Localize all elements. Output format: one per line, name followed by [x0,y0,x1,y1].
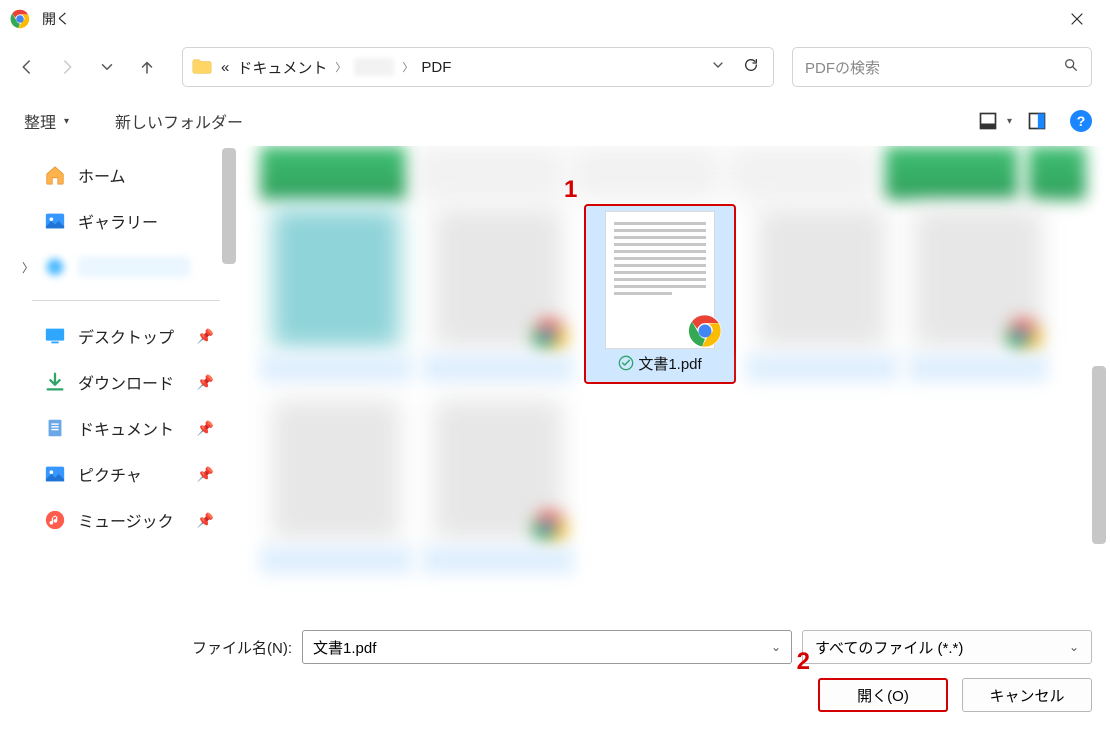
file-item-blurred[interactable] [729,146,875,200]
file-item-blurred[interactable] [1028,146,1086,200]
file-item-blurred[interactable] [746,204,898,384]
address-history-dropdown[interactable] [707,57,729,78]
file-item-blurred[interactable] [416,146,562,200]
filename-label: ファイル名(N): [18,637,292,658]
grid-scrollbar[interactable] [1092,366,1106,544]
nav-forward-button[interactable] [50,50,84,84]
nav-recent-button[interactable] [90,50,124,84]
search-icon [1063,57,1079,78]
sidebar-item-desktop[interactable]: デスクトップ 📌 [12,313,236,359]
download-icon [44,371,66,393]
sidebar-item-label: ミュージック [78,508,174,532]
chrome-badge-icon [532,318,568,354]
close-button[interactable] [1054,0,1100,38]
sidebar-item-downloads[interactable]: ダウンロード 📌 [12,359,236,405]
sidebar-divider [32,300,220,301]
sidebar-item-label: ギャラリー [78,209,158,233]
view-mode-dropdown[interactable]: ▾ [1007,116,1012,127]
sidebar-item-label: ドキュメント [78,416,174,440]
breadcrumb[interactable]: « ドキュメント 〉 〉 PDF [221,57,451,78]
folder-icon [191,56,213,78]
pin-icon: 📌 [197,374,214,391]
organize-menu[interactable]: 整理 ▾ [18,105,75,137]
chevron-right-icon: 〉 [335,59,346,75]
file-item-blurred[interactable] [422,204,574,384]
caret-down-icon: ▾ [64,116,69,127]
filename-history-dropdown[interactable]: ⌄ [771,640,781,654]
view-mode-button[interactable] [975,108,1001,134]
window-title: 開く [42,9,70,29]
sidebar-item-label [78,257,190,277]
file-type-select[interactable]: すべてのファイル (*.*) ⌄ [802,630,1092,664]
file-item-blurred[interactable] [260,204,412,384]
gallery-icon [44,210,66,232]
chrome-badge-icon [532,510,568,546]
sync-ok-icon [618,355,634,371]
address-bar[interactable]: « ドキュメント 〉 〉 PDF [182,47,774,87]
sidebar-item-redacted[interactable]: 〉 [12,244,236,290]
pin-icon: 📌 [197,466,214,483]
document-icon [44,417,66,439]
search-placeholder: PDFの検索 [805,57,880,78]
sidebar-item-pictures[interactable]: ピクチャ 📌 [12,451,236,497]
expand-chevron-icon[interactable]: 〉 [22,259,34,276]
file-item-blurred[interactable] [573,146,719,200]
file-grid: 1 [236,146,1110,610]
pictures-icon [44,463,66,485]
cloud-icon [44,256,66,278]
pin-icon: 📌 [197,328,214,345]
new-folder-label: 新しいフォルダー [115,109,243,133]
pin-icon: 📌 [197,512,214,529]
breadcrumb-overflow[interactable]: « [221,59,229,76]
refresh-button[interactable] [737,57,765,78]
search-input[interactable]: PDFの検索 [792,47,1092,87]
file-item-blurred[interactable] [260,146,406,200]
filename-input[interactable]: 文書1.pdf ⌄ [302,630,792,664]
chrome-badge-icon [688,314,722,348]
breadcrumb-seg-pdf[interactable]: PDF [421,59,451,76]
sidebar-item-gallery[interactable]: ギャラリー [12,198,236,244]
new-folder-button[interactable]: 新しいフォルダー [109,105,249,137]
cancel-button[interactable]: キャンセル [962,678,1092,712]
breadcrumb-seg-redacted[interactable] [354,58,394,76]
sidebar-item-documents[interactable]: ドキュメント 📌 [12,405,236,451]
file-item-blurred[interactable] [422,396,574,576]
sidebar-item-label: ピクチャ [78,462,142,486]
open-button[interactable]: 開く(O) [818,678,948,712]
sidebar-item-music[interactable]: ミュージック 📌 [12,497,236,543]
preview-pane-button[interactable] [1024,108,1050,134]
sidebar-item-home[interactable]: ホーム [12,152,236,198]
file-item-blurred[interactable] [260,396,412,576]
chevron-right-icon: 〉 [402,59,413,75]
sidebar-item-label: デスクトップ [78,324,174,348]
music-icon [44,509,66,531]
file-type-value: すべてのファイル (*.*) [815,637,963,658]
help-button[interactable]: ? [1070,110,1092,132]
pin-icon: 📌 [197,420,214,437]
chevron-down-icon: ⌄ [1069,640,1079,654]
annotation-1: 1 [564,176,577,204]
sidebar: ホーム ギャラリー 〉 デスクトップ 📌 ダウンロード 📌 ドキュメント 📌 [0,146,236,610]
file-item-blurred[interactable] [885,146,1018,200]
annotation-2: 2 [797,648,810,676]
desktop-icon [44,325,66,347]
cancel-button-label: キャンセル [989,685,1064,706]
file-item-blurred[interactable] [908,204,1048,384]
open-button-label: 開く(O) [857,685,909,706]
chrome-icon [10,9,30,29]
organize-label: 整理 [24,109,56,133]
breadcrumb-seg-documents[interactable]: ドキュメント [237,57,327,78]
file-item-selected[interactable]: 文書1.pdf [584,204,736,384]
sidebar-item-label: ダウンロード [78,370,174,394]
nav-up-button[interactable] [130,50,164,84]
chrome-badge-icon [1006,318,1042,354]
sidebar-item-label: ホーム [78,163,126,187]
filename-value: 文書1.pdf [313,637,376,658]
nav-back-button[interactable] [10,50,44,84]
home-icon [44,164,66,186]
file-name: 文書1.pdf [638,353,701,374]
